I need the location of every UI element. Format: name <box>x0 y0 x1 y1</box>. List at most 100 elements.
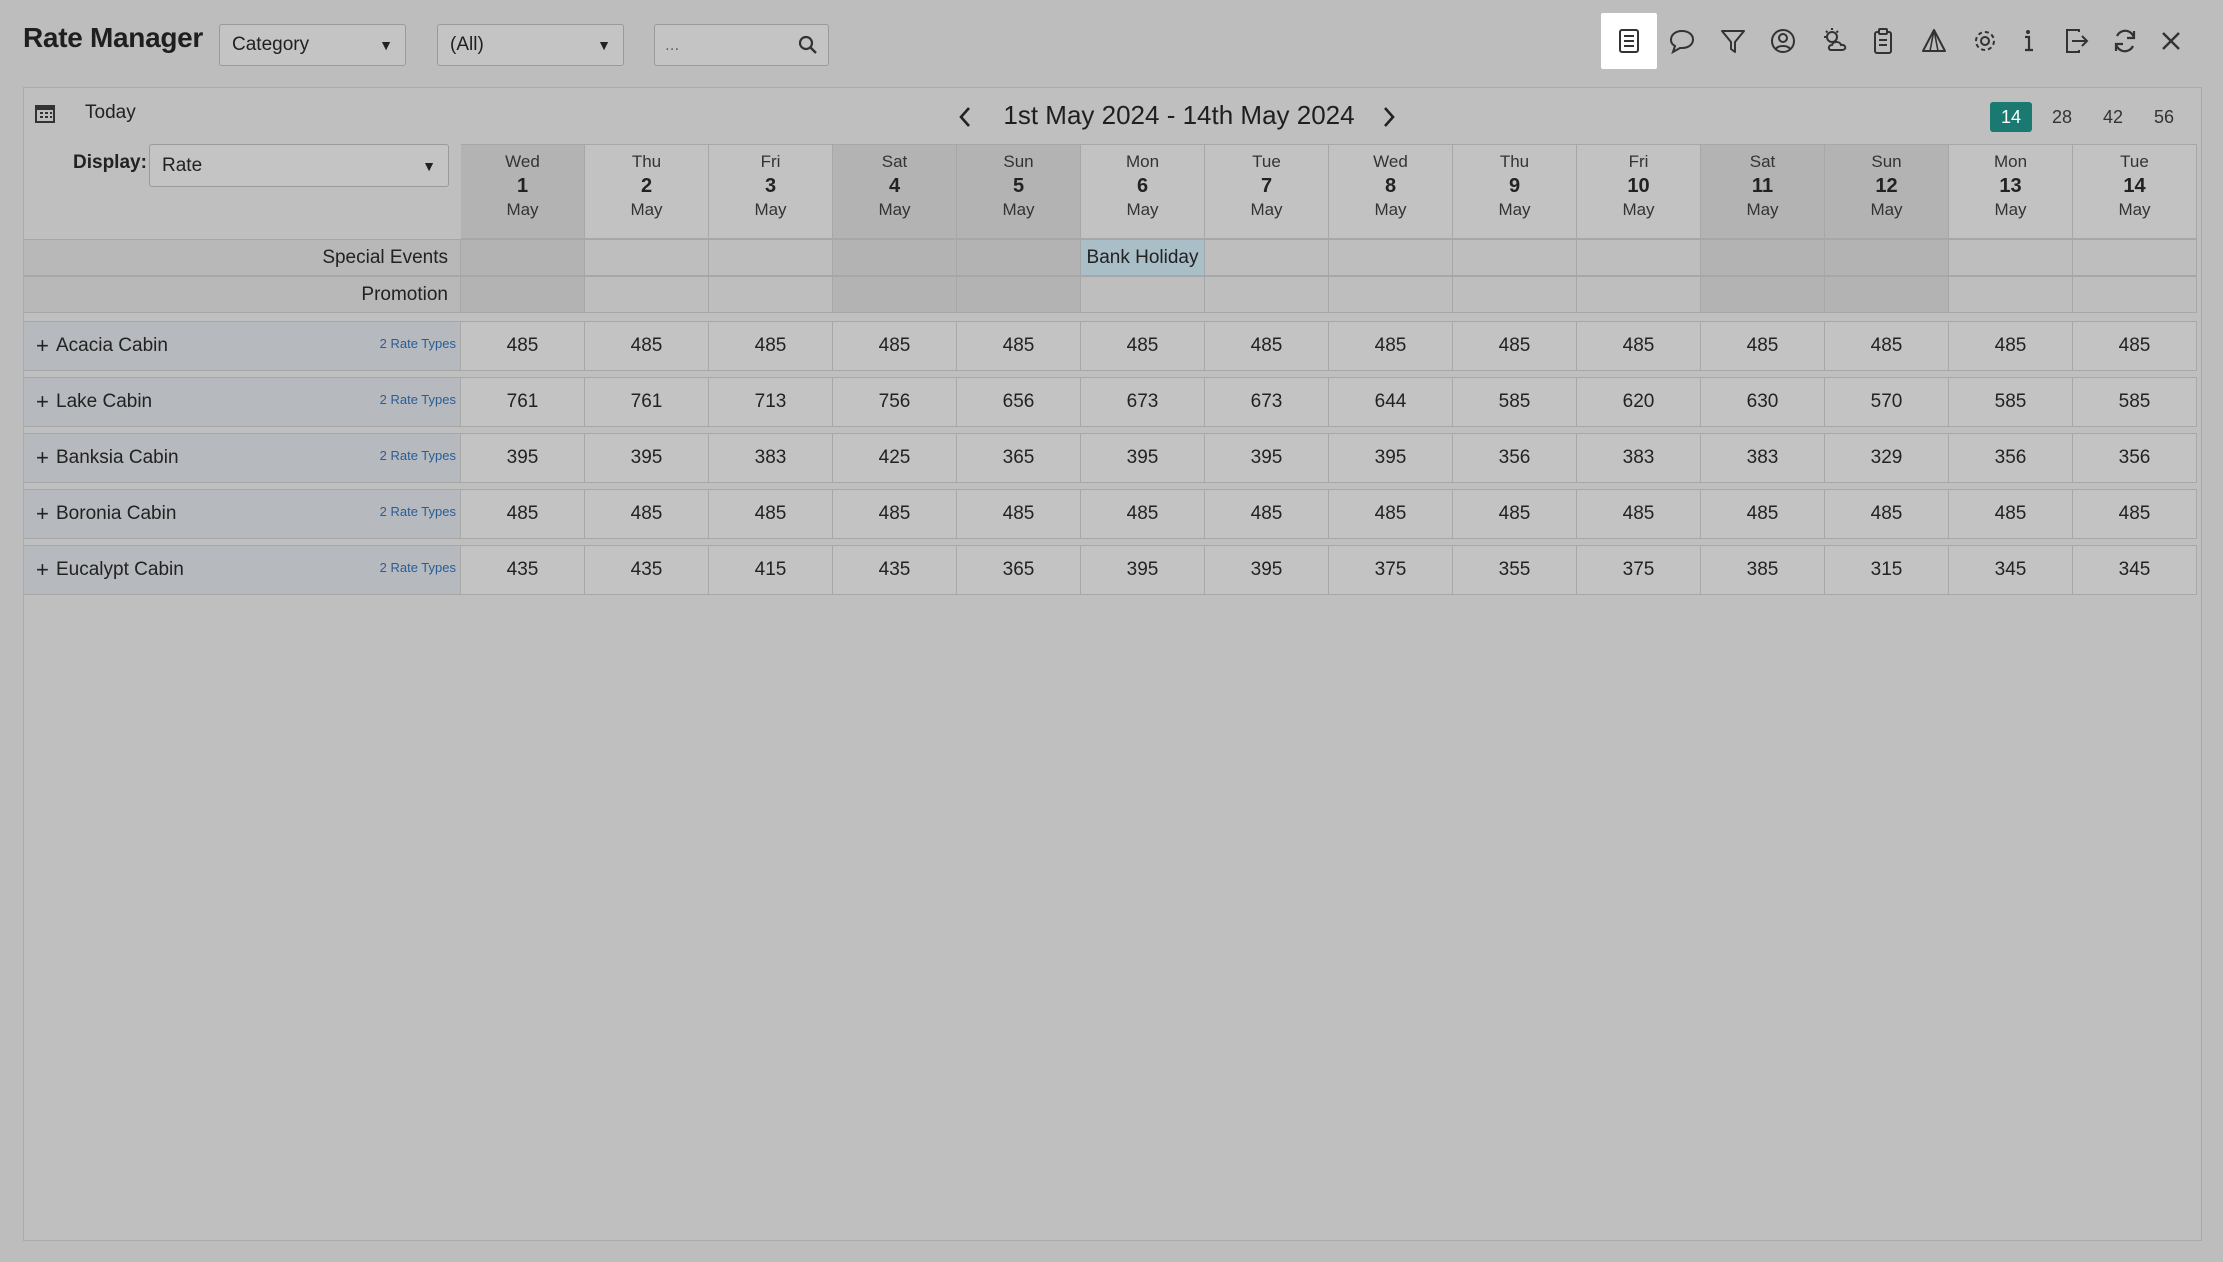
rate-cell[interactable]: 356 <box>2073 433 2197 483</box>
promotion-cell[interactable] <box>957 276 1081 313</box>
rate-cell[interactable]: 435 <box>585 545 709 595</box>
plus-icon[interactable]: + <box>36 501 56 527</box>
rate-cell[interactable]: 485 <box>709 321 833 371</box>
rate-cell[interactable]: 485 <box>1577 321 1701 371</box>
rate-cell[interactable]: 630 <box>1701 377 1825 427</box>
chevron-left-icon[interactable] <box>953 103 977 131</box>
rate-cell[interactable]: 485 <box>833 321 957 371</box>
promotion-cell[interactable] <box>1453 276 1577 313</box>
rate-cell[interactable]: 656 <box>957 377 1081 427</box>
rate-cell[interactable]: 485 <box>461 321 585 371</box>
rate-cell[interactable]: 485 <box>957 321 1081 371</box>
rate-cell[interactable]: 620 <box>1577 377 1701 427</box>
category-name[interactable]: Banksia Cabin <box>56 447 179 469</box>
rate-cell[interactable]: 485 <box>461 489 585 539</box>
date-header-cell[interactable]: Wed 8 May <box>1329 144 1453 239</box>
rate-cell[interactable]: 485 <box>1205 321 1329 371</box>
rate-cell[interactable]: 375 <box>1577 545 1701 595</box>
rate-cell[interactable]: 761 <box>461 377 585 427</box>
rate-cell[interactable]: 345 <box>2073 545 2197 595</box>
date-header-cell[interactable]: Sat 11 May <box>1701 144 1825 239</box>
rate-types-link[interactable]: 2 Rate Types <box>380 448 456 463</box>
rate-cell[interactable]: 485 <box>1701 321 1825 371</box>
category-name[interactable]: Acacia Cabin <box>56 335 168 357</box>
chevron-right-icon[interactable] <box>1377 103 1401 131</box>
date-header-cell[interactable]: Fri 10 May <box>1577 144 1701 239</box>
promotion-cell[interactable] <box>709 276 833 313</box>
rate-cell[interactable]: 395 <box>461 433 585 483</box>
rate-cell[interactable]: 485 <box>585 321 709 371</box>
plus-icon[interactable]: + <box>36 333 56 359</box>
span-28-button[interactable]: 28 <box>2041 102 2083 132</box>
rate-cell[interactable]: 395 <box>1081 545 1205 595</box>
rate-cell[interactable]: 435 <box>461 545 585 595</box>
promotion-cell[interactable] <box>833 276 957 313</box>
promotion-cell[interactable] <box>1205 276 1329 313</box>
rate-cell[interactable]: 435 <box>833 545 957 595</box>
rate-cell[interactable]: 585 <box>1949 377 2073 427</box>
event-cell[interactable] <box>461 239 585 276</box>
rate-cell[interactable]: 485 <box>833 489 957 539</box>
rate-cell[interactable]: 485 <box>2073 489 2197 539</box>
span-14-button[interactable]: 14 <box>1990 102 2032 132</box>
rate-cell[interactable]: 365 <box>957 545 1081 595</box>
clipboard-button[interactable] <box>1855 13 1911 69</box>
filter-button[interactable] <box>1705 13 1761 69</box>
rate-types-link[interactable]: 2 Rate Types <box>380 336 456 351</box>
rate-cell[interactable]: 356 <box>1453 433 1577 483</box>
date-header-cell[interactable]: Tue 7 May <box>1205 144 1329 239</box>
close-button[interactable] <box>2143 13 2199 69</box>
promotion-cell[interactable] <box>1701 276 1825 313</box>
rate-cell[interactable]: 485 <box>1329 321 1453 371</box>
event-cell[interactable] <box>1825 239 1949 276</box>
promotion-cell[interactable] <box>2073 276 2197 313</box>
category-select[interactable]: Category ▼ <box>219 24 406 66</box>
date-header-cell[interactable]: Tue 14 May <box>2073 144 2197 239</box>
plus-icon[interactable]: + <box>36 557 56 583</box>
today-button[interactable]: Today <box>85 102 136 124</box>
rate-cell[interactable]: 485 <box>1453 321 1577 371</box>
plus-icon[interactable]: + <box>36 389 56 415</box>
promotion-cell[interactable] <box>585 276 709 313</box>
rate-cell[interactable]: 395 <box>1205 433 1329 483</box>
calendar-icon[interactable] <box>34 102 56 124</box>
rate-cell[interactable]: 329 <box>1825 433 1949 483</box>
rate-cell[interactable]: 761 <box>585 377 709 427</box>
search-icon[interactable] <box>798 35 818 55</box>
rate-cell[interactable]: 425 <box>833 433 957 483</box>
date-header-cell[interactable]: Mon 13 May <box>1949 144 2073 239</box>
rate-cell[interactable]: 570 <box>1825 377 1949 427</box>
rate-cell[interactable]: 395 <box>1205 545 1329 595</box>
rate-cell[interactable]: 375 <box>1329 545 1453 595</box>
event-cell[interactable] <box>1949 239 2073 276</box>
span-56-button[interactable]: 56 <box>2143 102 2185 132</box>
rate-types-link[interactable]: 2 Rate Types <box>380 560 456 575</box>
promotion-cell[interactable] <box>1081 276 1205 313</box>
rate-cell[interactable]: 485 <box>1577 489 1701 539</box>
rate-cell[interactable]: 355 <box>1453 545 1577 595</box>
event-cell[interactable] <box>1577 239 1701 276</box>
date-header-cell[interactable]: Thu 2 May <box>585 144 709 239</box>
rate-cell[interactable]: 485 <box>957 489 1081 539</box>
event-cell[interactable] <box>833 239 957 276</box>
export-button[interactable] <box>2048 13 2104 69</box>
event-cell[interactable] <box>1453 239 1577 276</box>
rate-cell[interactable]: 485 <box>1453 489 1577 539</box>
rate-cell[interactable]: 485 <box>1949 321 2073 371</box>
category-name[interactable]: Eucalypt Cabin <box>56 559 184 581</box>
promotion-cell[interactable] <box>1825 276 1949 313</box>
rate-cell[interactable]: 644 <box>1329 377 1453 427</box>
rate-cell[interactable]: 383 <box>1701 433 1825 483</box>
rate-cell[interactable]: 415 <box>709 545 833 595</box>
date-header-cell[interactable]: Sun 5 May <box>957 144 1081 239</box>
search-input[interactable]: ... <box>654 24 829 66</box>
rate-cell[interactable]: 485 <box>1949 489 2073 539</box>
rate-cell[interactable]: 485 <box>1825 489 1949 539</box>
event-cell[interactable] <box>709 239 833 276</box>
rate-cell[interactable]: 485 <box>2073 321 2197 371</box>
list-view-button[interactable] <box>1601 13 1657 69</box>
rate-cell[interactable]: 385 <box>1701 545 1825 595</box>
event-cell[interactable] <box>2073 239 2197 276</box>
rate-cell[interactable]: 395 <box>1329 433 1453 483</box>
promotion-cell[interactable] <box>1949 276 2073 313</box>
